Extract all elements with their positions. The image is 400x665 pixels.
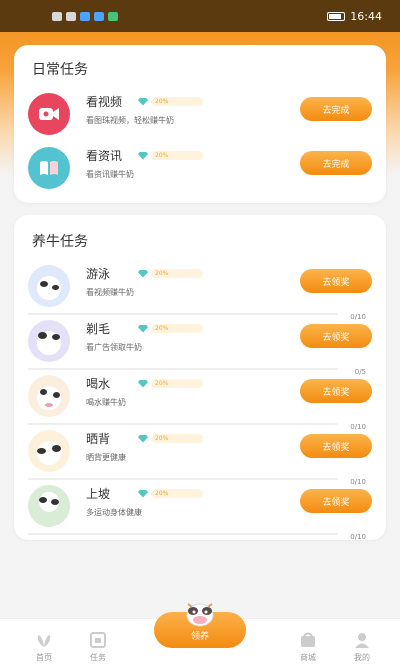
tab-shop[interactable]: 商城 bbox=[288, 631, 328, 663]
battery-icon bbox=[327, 11, 346, 21]
book-icon bbox=[40, 161, 58, 175]
task-name: 晒背 bbox=[86, 432, 111, 446]
reward-badge: 20% bbox=[138, 324, 203, 333]
task-name: 游泳 bbox=[86, 267, 111, 281]
app-icon bbox=[94, 11, 104, 21]
reward-badge: 20% bbox=[138, 434, 203, 443]
gem-icon bbox=[138, 489, 148, 498]
task-desc: 多运动身体健康 bbox=[86, 508, 142, 517]
notification-icon bbox=[66, 11, 76, 21]
task-name: 喝水 bbox=[86, 377, 111, 391]
tab-label: 任务 bbox=[90, 653, 106, 662]
task-row: 剃毛 20% 看广告领取牛奶 去领奖 0/5 bbox=[28, 316, 372, 376]
gem-icon bbox=[138, 97, 148, 106]
task-row: 上坡 20% 多运动身体健康 去领奖 0/10 bbox=[28, 481, 372, 541]
daily-tasks-card: 日常任务 看视频 20% 看图珠视频，轻松赚牛奶 去完成 看资讯 20% 看资讯… bbox=[14, 45, 386, 203]
tab-label: 商城 bbox=[300, 653, 316, 662]
cow-mascot-icon bbox=[186, 603, 214, 627]
task-desc: 喝水赚牛奶 bbox=[86, 398, 126, 407]
reward-badge: 20% bbox=[138, 151, 203, 160]
reward-percent: 20% bbox=[151, 269, 203, 278]
task-name: 上坡 bbox=[86, 487, 111, 501]
daily-tasks-title: 日常任务 bbox=[32, 62, 88, 78]
adopt-label: 领养 bbox=[190, 632, 209, 642]
task-row: 晒背 20% 晒背更健康 去领奖 0/10 bbox=[28, 426, 372, 486]
reward-percent: 20% bbox=[151, 489, 203, 498]
progress-count: 0/10 bbox=[350, 533, 366, 541]
leaf-icon bbox=[37, 635, 51, 647]
cow-shave-icon bbox=[28, 320, 70, 362]
claim-button[interactable]: 去领奖 bbox=[300, 379, 372, 403]
news-task-icon bbox=[28, 147, 70, 189]
task-row: 喝水 20% 喝水赚牛奶 去领奖 0/10 bbox=[28, 371, 372, 431]
task-desc: 看广告领取牛奶 bbox=[86, 343, 142, 352]
progress-bar bbox=[28, 313, 338, 315]
message-icon bbox=[52, 11, 62, 21]
claim-button[interactable]: 去领奖 bbox=[300, 269, 372, 293]
tab-profile[interactable]: 我的 bbox=[342, 631, 382, 663]
task-name: 剃毛 bbox=[86, 322, 111, 336]
tab-label: 首页 bbox=[36, 653, 52, 662]
status-bar: 16:44 bbox=[0, 0, 400, 32]
claim-button[interactable]: 去领奖 bbox=[300, 434, 372, 458]
calendar-icon bbox=[90, 632, 106, 648]
shop-icon bbox=[301, 632, 315, 647]
task-name: 看视频 bbox=[86, 95, 123, 109]
reward-percent: 20% bbox=[151, 379, 203, 388]
task-desc: 看视频赚牛奶 bbox=[86, 288, 134, 297]
raise-tasks-card: 养牛任务 游泳 20% 看视频赚牛奶 去领奖 0/10 剃毛 20% 看广告领取… bbox=[14, 215, 386, 541]
gem-icon bbox=[138, 269, 148, 278]
progress-bar bbox=[28, 533, 338, 535]
task-name: 看资讯 bbox=[86, 149, 123, 163]
task-row: 游泳 20% 看视频赚牛奶 去领奖 0/10 bbox=[28, 261, 372, 321]
cow-hill-icon bbox=[28, 485, 70, 527]
status-time: 16:44 bbox=[350, 9, 382, 23]
task-desc: 看资讯赚牛奶 bbox=[86, 170, 134, 179]
reward-badge: 20% bbox=[138, 489, 203, 498]
reward-percent: 20% bbox=[151, 324, 203, 333]
reward-percent: 20% bbox=[151, 434, 203, 443]
video-camera-icon bbox=[39, 108, 59, 120]
claim-button[interactable]: 去领奖 bbox=[300, 489, 372, 513]
reward-badge: 20% bbox=[138, 97, 203, 106]
app-icon bbox=[108, 11, 118, 21]
status-icons bbox=[52, 11, 118, 21]
gem-icon bbox=[138, 151, 148, 160]
complete-button[interactable]: 去完成 bbox=[300, 151, 372, 175]
task-desc: 晒背更健康 bbox=[86, 453, 126, 462]
task-desc: 看图珠视频，轻松赚牛奶 bbox=[86, 116, 174, 125]
gem-icon bbox=[138, 379, 148, 388]
tab-label: 我的 bbox=[354, 653, 370, 662]
cow-drink-icon bbox=[28, 375, 70, 417]
reward-badge: 20% bbox=[138, 379, 203, 388]
cow-sunbathe-icon bbox=[28, 430, 70, 472]
gem-icon bbox=[138, 324, 148, 333]
user-icon bbox=[355, 633, 369, 648]
progress-bar bbox=[28, 423, 338, 425]
cow-swim-icon bbox=[28, 265, 70, 307]
raise-tasks-title: 养牛任务 bbox=[32, 234, 88, 250]
reward-percent: 20% bbox=[151, 97, 203, 106]
app-icon bbox=[80, 11, 90, 21]
claim-button[interactable]: 去领奖 bbox=[300, 324, 372, 348]
gem-icon bbox=[138, 434, 148, 443]
progress-bar bbox=[28, 478, 338, 480]
tab-home[interactable]: 首页 bbox=[24, 631, 64, 663]
reward-badge: 20% bbox=[138, 269, 203, 278]
reward-percent: 20% bbox=[151, 151, 203, 160]
task-row: 看资讯 20% 看资讯赚牛奶 去完成 bbox=[28, 143, 372, 195]
video-task-icon bbox=[28, 93, 70, 135]
complete-button[interactable]: 去完成 bbox=[300, 97, 372, 121]
tab-tasks[interactable]: 任务 bbox=[78, 631, 118, 663]
task-row: 看视频 20% 看图珠视频，轻松赚牛奶 去完成 bbox=[28, 89, 372, 141]
progress-bar bbox=[28, 368, 338, 370]
